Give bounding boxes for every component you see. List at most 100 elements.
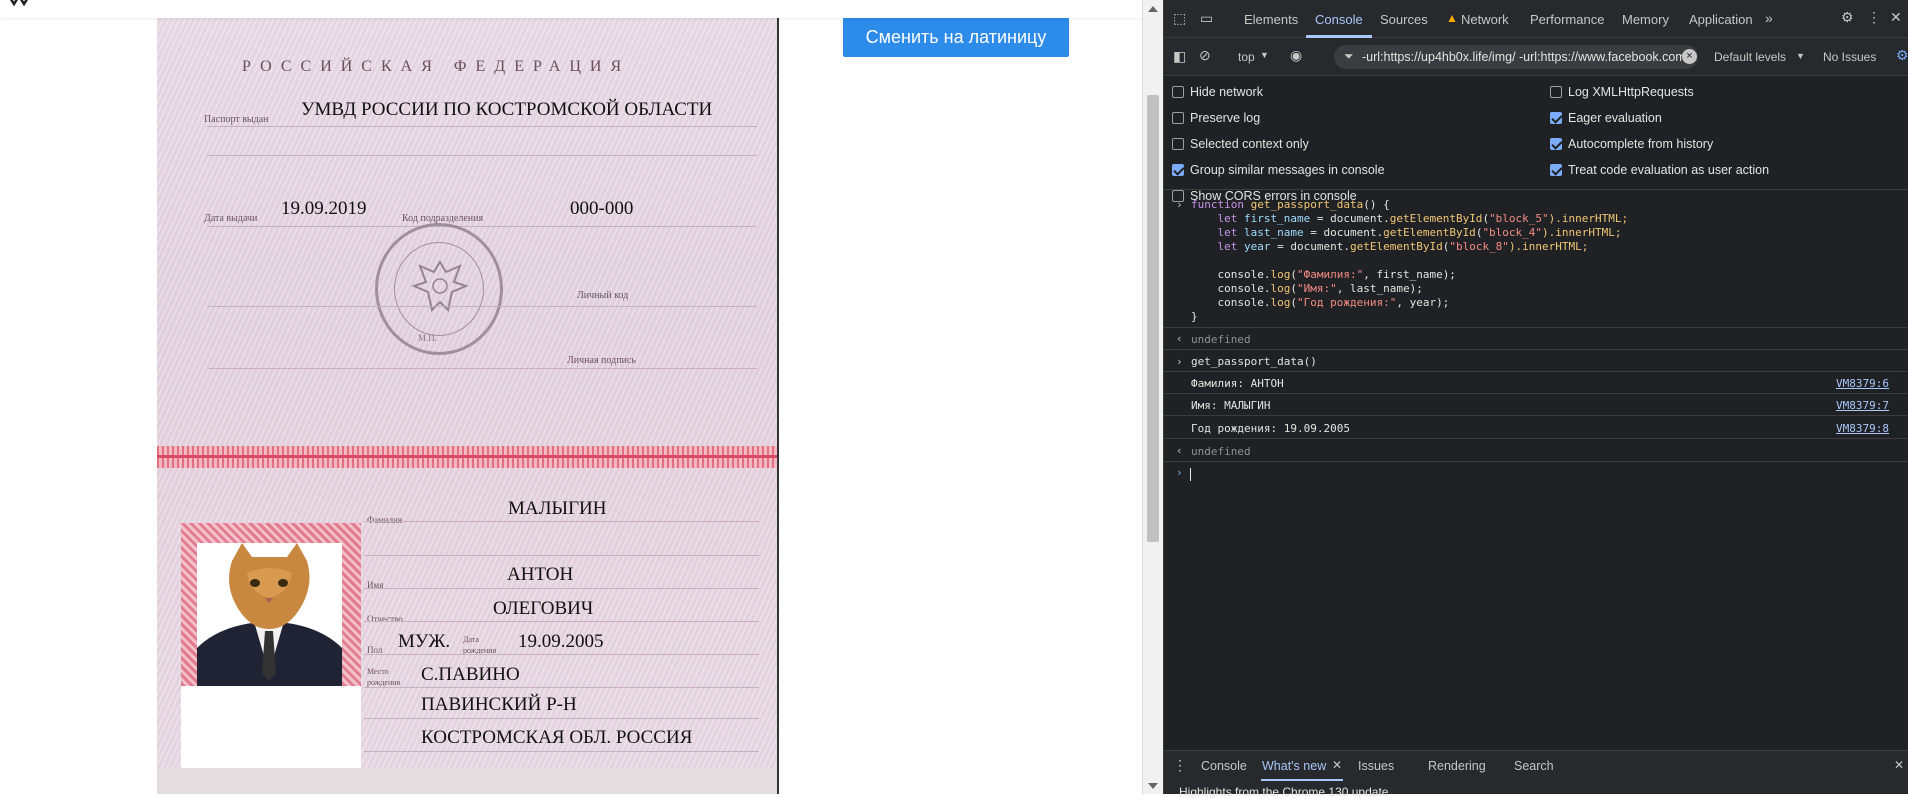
issue-date-label: Дата выдачи (204, 213, 258, 224)
devtools-drawer: ⋮ Console What's new ✕ Issues Rendering … (1164, 750, 1908, 799)
console-filter-input[interactable]: ⏷ -url:https://up4hb0x.life/img/ -url:ht… (1334, 45, 1698, 69)
context-dropdown-icon[interactable]: ▼ (1260, 50, 1269, 60)
signature-label: Личная подпись (567, 355, 636, 366)
treat-user-action-label: Treat code evaluation as user action (1568, 163, 1770, 177)
scroll-down-arrow-icon[interactable] (1148, 783, 1158, 789)
selected-context-label: Selected context only (1190, 137, 1309, 151)
autocomplete-checkbox[interactable] (1550, 138, 1562, 150)
close-whats-new-icon[interactable]: ✕ (1332, 758, 1342, 772)
log-levels-dropdown[interactable]: Default levels (1714, 50, 1786, 64)
seal-mp: М.П. (418, 333, 438, 343)
drawer-tab-console[interactable]: Console (1201, 759, 1247, 773)
tab-memory[interactable]: Memory (1622, 12, 1669, 27)
tab-sources[interactable]: Sources (1380, 12, 1428, 27)
switch-to-latin-button[interactable]: Сменить на латиницу (843, 17, 1069, 57)
treat-user-action-checkbox[interactable] (1550, 164, 1562, 176)
eager-eval-checkbox[interactable] (1550, 112, 1562, 124)
autocomplete-label: Autocomplete from history (1568, 137, 1714, 151)
filter-funnel-icon: ⏷ (1344, 49, 1354, 63)
group-similar-label: Group similar messages in console (1190, 163, 1385, 177)
issue-date-value: 19.09.2019 (281, 198, 367, 219)
drawer-tab-issues[interactable]: Issues (1358, 759, 1394, 773)
call-line: get_passport_data() (1191, 355, 1317, 368)
site-logo-icon[interactable] (8, 0, 30, 8)
cat-portrait-icon (197, 543, 342, 686)
more-options-icon[interactable]: ⋮ (1867, 9, 1881, 26)
result-arrow-icon-2: ‹ (1176, 444, 1183, 457)
birth-place-line-1: С.ПАВИНО (421, 664, 520, 685)
source-link-1[interactable]: VM8379:6 (1836, 377, 1889, 390)
console-output[interactable]: › function get_passport_data() { let fir… (1164, 190, 1908, 750)
personal-code-label: Личный код (577, 290, 629, 301)
levels-dropdown-icon[interactable]: ▼ (1796, 51, 1805, 61)
code-line-1: function get_passport_data() { (1191, 198, 1390, 211)
group-similar-checkbox[interactable] (1172, 164, 1184, 176)
selected-context-checkbox[interactable] (1172, 138, 1184, 150)
scroll-up-arrow-icon[interactable] (1148, 6, 1158, 12)
hide-network-label: Hide network (1190, 85, 1263, 99)
output-line-2: Имя: МАЛЫГИН (1191, 399, 1271, 412)
tab-application[interactable]: Application (1689, 12, 1753, 27)
drawer-tab-whats-new[interactable]: What's new (1262, 759, 1326, 773)
context-selector[interactable]: top (1238, 50, 1255, 64)
result-arrow-icon: ‹ (1176, 332, 1183, 345)
inspect-element-icon[interactable]: ⬚ (1173, 10, 1186, 27)
birth-place-label: Место рождения (367, 667, 401, 687)
issued-by-label: Паспорт выдан (204, 114, 269, 125)
preserve-log-checkbox[interactable] (1172, 112, 1184, 124)
console-input-caret[interactable] (1190, 468, 1191, 481)
webpage: РОССИЙСКАЯ ФЕДЕРАЦИЯ Паспорт выдан УМВД … (0, 0, 1142, 794)
sidebar-toggle-icon[interactable]: ◧ (1173, 48, 1186, 65)
page-scrollbar[interactable] (1142, 0, 1163, 794)
code-line-7: console.log("Год рождения:", year); (1217, 296, 1450, 309)
drawer-tab-rendering[interactable]: Rendering (1428, 759, 1486, 773)
settings-gear-icon[interactable]: ⚙ (1841, 9, 1854, 26)
more-tabs-icon[interactable]: » (1765, 10, 1773, 26)
whats-new-headline: Highlights from the Chrome 130 update (1179, 785, 1389, 799)
issues-counter[interactable]: No Issues (1823, 50, 1876, 64)
code-line-3: let last_name = document.getElementById(… (1217, 226, 1622, 239)
tab-network[interactable]: Network (1461, 12, 1509, 27)
eagle-emblem-icon (411, 260, 469, 312)
drawer-menu-icon[interactable]: ⋮ (1173, 757, 1187, 774)
drawer-tab-search[interactable]: Search (1514, 759, 1554, 773)
tab-performance[interactable]: Performance (1530, 12, 1604, 27)
birth-date-value: 19.09.2005 (518, 631, 604, 652)
scroll-thumb[interactable] (1147, 95, 1159, 542)
code-line-6: console.log("Имя:", last_name); (1217, 282, 1423, 295)
console-settings-icon[interactable]: ⚙ (1896, 47, 1908, 64)
sex-value: МУЖ. (398, 631, 451, 652)
log-xhr-label: Log XMLHttpRequests (1568, 85, 1694, 99)
birth-place-line-3: КОСТРОМСКАЯ ОБЛ. РОССИЯ (421, 727, 693, 748)
surname-value: МАЛЫГИН (508, 498, 607, 519)
warning-icon: ▲ (1446, 11, 1458, 25)
filter-value: -url:https://up4hb0x.life/img/ -url:http… (1362, 50, 1690, 64)
device-toolbar-icon[interactable]: ▭ (1200, 10, 1213, 27)
eager-eval-label: Eager evaluation (1568, 111, 1662, 125)
division-code-value: 000-000 (570, 198, 634, 219)
source-link-3[interactable]: VM8379:8 (1836, 422, 1889, 435)
live-expression-eye-icon[interactable]: ◉ (1290, 47, 1302, 64)
birth-date-label: Дата рождения (463, 635, 497, 655)
code-line-2: let first_name = document.getElementById… (1217, 212, 1629, 225)
clear-filter-icon[interactable]: × (1682, 49, 1697, 64)
input-prompt-icon-2: › (1176, 355, 1183, 368)
close-devtools-icon[interactable]: ✕ (1890, 9, 1902, 26)
name-value: АНТОН (507, 564, 574, 585)
log-xhr-checkbox[interactable] (1550, 86, 1562, 98)
tab-console[interactable]: Console (1315, 12, 1363, 27)
close-drawer-icon[interactable]: ✕ (1894, 758, 1904, 772)
hide-network-checkbox[interactable] (1172, 86, 1184, 98)
patronymic-label: Отчество (367, 614, 403, 624)
passport-header: РОССИЙСКАЯ ФЕДЕРАЦИЯ (242, 58, 631, 75)
output-line-3: Год рождения: 19.09.2005 (1191, 422, 1350, 435)
clear-console-icon[interactable]: ⊘ (1199, 47, 1211, 64)
issued-by-value: УМВД РОССИИ ПО КОСТРОМСКОЙ ОБЛАСТИ (301, 99, 713, 120)
source-link-2[interactable]: VM8379:7 (1836, 399, 1889, 412)
site-header (0, 0, 1142, 18)
surname-label: Фамилия (367, 515, 403, 525)
console-settings-panel: Hide network Preserve log Selected conte… (1164, 76, 1908, 203)
tab-elements[interactable]: Elements (1244, 12, 1298, 27)
devtools-tabbar: ⬚ ▭ Elements Console Sources ▲ Network P… (1164, 0, 1908, 38)
patronymic-value: ОЛЕГОВИЧ (493, 598, 594, 619)
